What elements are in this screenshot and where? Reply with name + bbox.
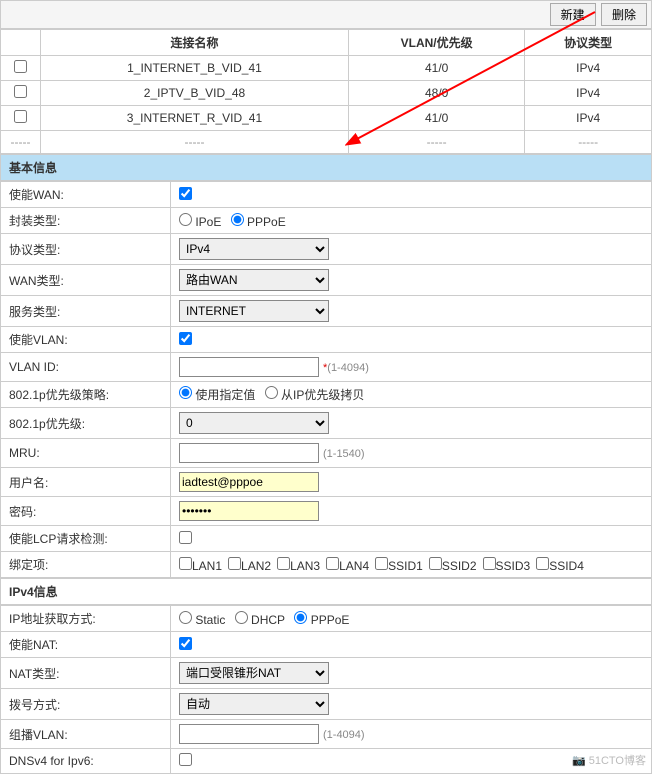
label-mcast-vlan: 组播VLAN: [1, 720, 171, 749]
label-dnsv4: DNSv4 for Ipv6: [1, 749, 171, 774]
vlan-id-hint: *(1-4094) [323, 362, 369, 374]
password-input[interactable] [179, 501, 319, 521]
basic-form: 使能WAN: 封装类型: IPoE PPPoE 协议类型: IPv4 WAN类型… [0, 181, 652, 578]
mru-hint: (1-1540) [323, 448, 365, 460]
vlan-id-input[interactable] [179, 357, 319, 377]
bind-lan4-checkbox[interactable] [326, 557, 339, 570]
ipmode-static-radio[interactable] [179, 611, 192, 624]
connection-table: 连接名称 VLAN/优先级 协议类型 1_INTERNET_B_VID_41 4… [0, 29, 652, 154]
cell-proto: IPv4 [525, 56, 652, 81]
p8021-spec-radio[interactable] [179, 386, 192, 399]
p8021-copy-radio[interactable] [265, 386, 278, 399]
delete-button[interactable]: 删除 [601, 3, 647, 26]
label-dial: 拨号方式: [1, 689, 171, 720]
bind-ssid4-checkbox[interactable] [536, 557, 549, 570]
watermark: 📷 51CTO博客 [572, 752, 646, 768]
cell-name: 2_IPTV_B_VID_48 [41, 81, 349, 106]
nat-enable-checkbox[interactable] [179, 637, 192, 650]
row-checkbox[interactable] [14, 85, 27, 98]
cell-vlan: 48/0 [348, 81, 524, 106]
label-8021p-prio: 802.1p优先级: [1, 408, 171, 439]
label-8021p-policy: 802.1p优先级策略: [1, 382, 171, 408]
col-name: 连接名称 [41, 30, 349, 56]
bind-lan2-checkbox[interactable] [228, 557, 241, 570]
label-username: 用户名: [1, 468, 171, 497]
wan-type-select[interactable]: 路由WAN [179, 269, 329, 291]
dnsv4-checkbox[interactable] [179, 753, 192, 766]
col-vlan: VLAN/优先级 [348, 30, 524, 56]
label-mru: MRU: [1, 439, 171, 468]
label-vlan-id: VLAN ID: [1, 353, 171, 382]
ipmode-pppoe-radio[interactable] [294, 611, 307, 624]
label-svc-type: 服务类型: [1, 296, 171, 327]
label-proto-type: 协议类型: [1, 234, 171, 265]
lcp-checkbox[interactable] [179, 531, 192, 544]
label-wan-type: WAN类型: [1, 265, 171, 296]
cell-name: 3_INTERNET_R_VID_41 [41, 106, 349, 131]
enable-wan-checkbox[interactable] [179, 187, 192, 200]
bind-ssid1-checkbox[interactable] [375, 557, 388, 570]
dial-mode-select[interactable]: 自动 [179, 693, 329, 715]
row-checkbox[interactable] [14, 110, 27, 123]
cell-vlan: 41/0 [348, 106, 524, 131]
svc-type-select[interactable]: INTERNET [179, 300, 329, 322]
encap-ipoe-radio[interactable] [179, 213, 192, 226]
mru-input[interactable] [179, 443, 319, 463]
top-toolbar: 新建 删除 [0, 0, 652, 29]
new-button[interactable]: 新建 [550, 3, 596, 26]
cell-proto: IPv4 [525, 106, 652, 131]
label-password: 密码: [1, 497, 171, 526]
label-enable-vlan: 使能VLAN: [1, 327, 171, 353]
label-lcp: 使能LCP请求检测: [1, 526, 171, 552]
enable-vlan-checkbox[interactable] [179, 332, 192, 345]
section-basic: 基本信息 [0, 154, 652, 181]
cell-proto: IPv4 [525, 81, 652, 106]
table-row[interactable]: 2_IPTV_B_VID_48 48/0 IPv4 [1, 81, 652, 106]
p8021p-prio-select[interactable]: 0 [179, 412, 329, 434]
table-row[interactable]: 1_INTERNET_B_VID_41 41/0 IPv4 [1, 56, 652, 81]
label-encap: 封装类型: [1, 208, 171, 234]
mcast-vlan-input[interactable] [179, 724, 319, 744]
nat-type-select[interactable]: 端口受限锥形NAT [179, 662, 329, 684]
separator-row: ----- ----- ----- ----- [1, 131, 652, 154]
encap-group: IPoE PPPoE [171, 208, 652, 234]
table-row[interactable]: 3_INTERNET_R_VID_41 41/0 IPv4 [1, 106, 652, 131]
bind-lan3-checkbox[interactable] [277, 557, 290, 570]
label-enable-wan: 使能WAN: [1, 182, 171, 208]
row-checkbox[interactable] [14, 60, 27, 73]
proto-type-select[interactable]: IPv4 [179, 238, 329, 260]
label-nat-type: NAT类型: [1, 658, 171, 689]
cell-vlan: 41/0 [348, 56, 524, 81]
bind-ssid2-checkbox[interactable] [429, 557, 442, 570]
label-bind: 绑定项: [1, 552, 171, 578]
bind-group: LAN1LAN2LAN3LAN4SSID1SSID2SSID3SSID4 [171, 552, 652, 578]
bind-ssid3-checkbox[interactable] [483, 557, 496, 570]
cell-name: 1_INTERNET_B_VID_41 [41, 56, 349, 81]
section-ipv4: IPv4信息 [0, 578, 652, 605]
label-nat-en: 使能NAT: [1, 632, 171, 658]
username-input[interactable] [179, 472, 319, 492]
ipv4-form: IP地址获取方式: Static DHCP PPPoE 使能NAT: NAT类型… [0, 605, 652, 774]
ipmode-dhcp-radio[interactable] [235, 611, 248, 624]
mcast-hint: (1-4094) [323, 729, 365, 741]
bind-lan1-checkbox[interactable] [179, 557, 192, 570]
col-proto: 协议类型 [525, 30, 652, 56]
encap-pppoe-radio[interactable] [231, 213, 244, 226]
label-ipmode: IP地址获取方式: [1, 606, 171, 632]
